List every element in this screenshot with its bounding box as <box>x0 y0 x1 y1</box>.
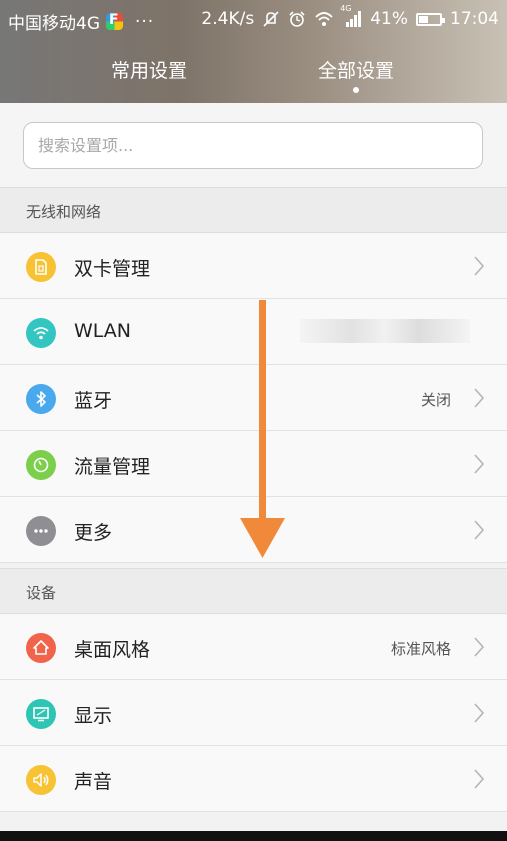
wifi-icon <box>26 318 56 348</box>
display-icon <box>26 699 56 729</box>
tab-all-settings[interactable]: 全部设置 <box>318 56 394 83</box>
home-icon <box>26 633 56 663</box>
section-header-wireless: 无线和网络 <box>0 187 507 233</box>
clock: 17:04 <box>450 9 499 29</box>
status-right: 2.4K/s 4G 41% 17:04 <box>201 4 499 29</box>
chevron-right-icon <box>474 769 485 789</box>
settings-row-label: 桌面风格 <box>74 639 151 661</box>
chevron-right-icon <box>474 520 485 540</box>
chevron-right-icon <box>474 388 485 408</box>
settings-tabs: 常用设置 全部设置 <box>0 56 507 96</box>
sim-card-icon <box>26 252 56 282</box>
silent-icon <box>262 10 280 28</box>
status-left: 中国移动4G ··· <box>8 9 155 35</box>
settings-row-label: 双卡管理 <box>74 258 151 280</box>
blurred-network-name <box>300 319 470 343</box>
settings-row-desktop-style[interactable]: 桌面风格 标准风格 <box>0 614 507 680</box>
header: 中国移动4G ··· 2.4K/s 4G 41% 17:04 常用设置 <box>0 0 507 103</box>
signal-icon: 4G <box>340 4 362 28</box>
search-input[interactable]: 搜索设置项... <box>23 122 483 169</box>
network-type-label: 4G <box>340 4 352 13</box>
settings-row-sound[interactable]: 声音 <box>0 746 507 812</box>
section-header-device: 设备 <box>0 568 507 614</box>
settings-row-label: 更多 <box>74 522 113 544</box>
active-tab-indicator <box>353 87 359 93</box>
sound-icon <box>26 765 56 795</box>
settings-row-label: WLAN <box>74 320 132 342</box>
data-usage-icon <box>26 450 56 480</box>
tab-common-settings[interactable]: 常用设置 <box>111 56 187 83</box>
settings-row-label: 声音 <box>74 771 113 793</box>
settings-row-label: 流量管理 <box>74 456 151 478</box>
settings-row-label: 显示 <box>74 705 113 727</box>
arrow-down-icon <box>240 300 285 558</box>
status-bar: 中国移动4G ··· 2.4K/s 4G 41% 17:04 <box>0 0 507 38</box>
carrier-label: 中国移动4G <box>8 14 100 34</box>
more-notifications-icon: ··· <box>135 11 155 32</box>
chevron-right-icon <box>474 256 485 276</box>
more-icon <box>26 516 56 546</box>
search-area: 搜索设置项... <box>0 103 507 187</box>
battery-percent: 41% <box>370 9 408 29</box>
settings-row-dual-sim[interactable]: 双卡管理 <box>0 233 507 299</box>
wifi-status-icon <box>314 10 333 28</box>
battery-icon <box>416 12 445 26</box>
chevron-right-icon <box>474 637 485 657</box>
settings-row-display[interactable]: 显示 <box>0 680 507 746</box>
settings-row-label: 蓝牙 <box>74 390 113 412</box>
network-speed: 2.4K/s <box>201 9 255 29</box>
settings-row-value: 标准风格 <box>390 640 451 658</box>
app-notification-icon <box>106 12 123 30</box>
section-title: 设备 <box>26 584 57 602</box>
bluetooth-icon <box>26 384 56 414</box>
chevron-right-icon <box>474 454 485 474</box>
section-title: 无线和网络 <box>26 203 102 221</box>
chevron-right-icon <box>474 703 485 723</box>
bottom-bar <box>0 831 507 841</box>
settings-row-value: 关闭 <box>420 391 451 409</box>
alarm-icon <box>288 10 306 28</box>
